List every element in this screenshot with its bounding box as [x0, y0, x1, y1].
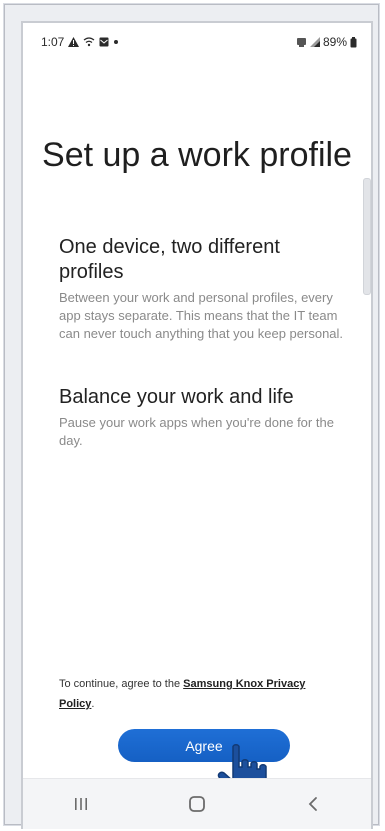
screenshot-frame: 1:07 89% Set up a work profile One devic…: [4, 4, 379, 829]
battery-icon: [350, 36, 357, 48]
section-balance: Balance your work and life Pause your wo…: [59, 385, 349, 450]
navigation-bar: [23, 778, 371, 829]
dot-icon: [113, 39, 119, 45]
home-icon[interactable]: [177, 789, 217, 819]
phone-screen: 1:07 89% Set up a work profile One devic…: [21, 21, 373, 829]
alert-icon: [68, 37, 80, 47]
wifi-calling-icon: [83, 37, 95, 47]
consent-prefix: To continue, agree to the: [59, 678, 184, 690]
section-heading: Balance your work and life: [59, 386, 294, 408]
status-right: 89%: [296, 35, 357, 49]
back-icon[interactable]: [293, 789, 333, 819]
battery-percent: 89%: [322, 35, 347, 49]
section-body: Pause your work apps when you're done fo…: [59, 415, 334, 448]
signal-icon: [309, 37, 320, 47]
page-title: Set up a work profile: [42, 135, 352, 174]
status-bar: 1:07 89%: [23, 23, 371, 59]
scrollbar[interactable]: [363, 178, 371, 295]
notification-icon: [296, 37, 307, 48]
section-body: Between your work and personal profiles,…: [59, 290, 344, 341]
section-one-device: One device, two different profiles Betwe…: [59, 235, 349, 343]
mail-icon: [99, 37, 109, 47]
section-heading: One device, two different profiles: [59, 236, 280, 283]
status-time: 1:07: [41, 35, 65, 49]
status-left: 1:07: [41, 35, 119, 49]
recents-icon[interactable]: [61, 789, 101, 819]
consent-text: To continue, agree to the Samsung Knox P…: [59, 674, 339, 714]
consent-suffix: .: [91, 698, 95, 710]
